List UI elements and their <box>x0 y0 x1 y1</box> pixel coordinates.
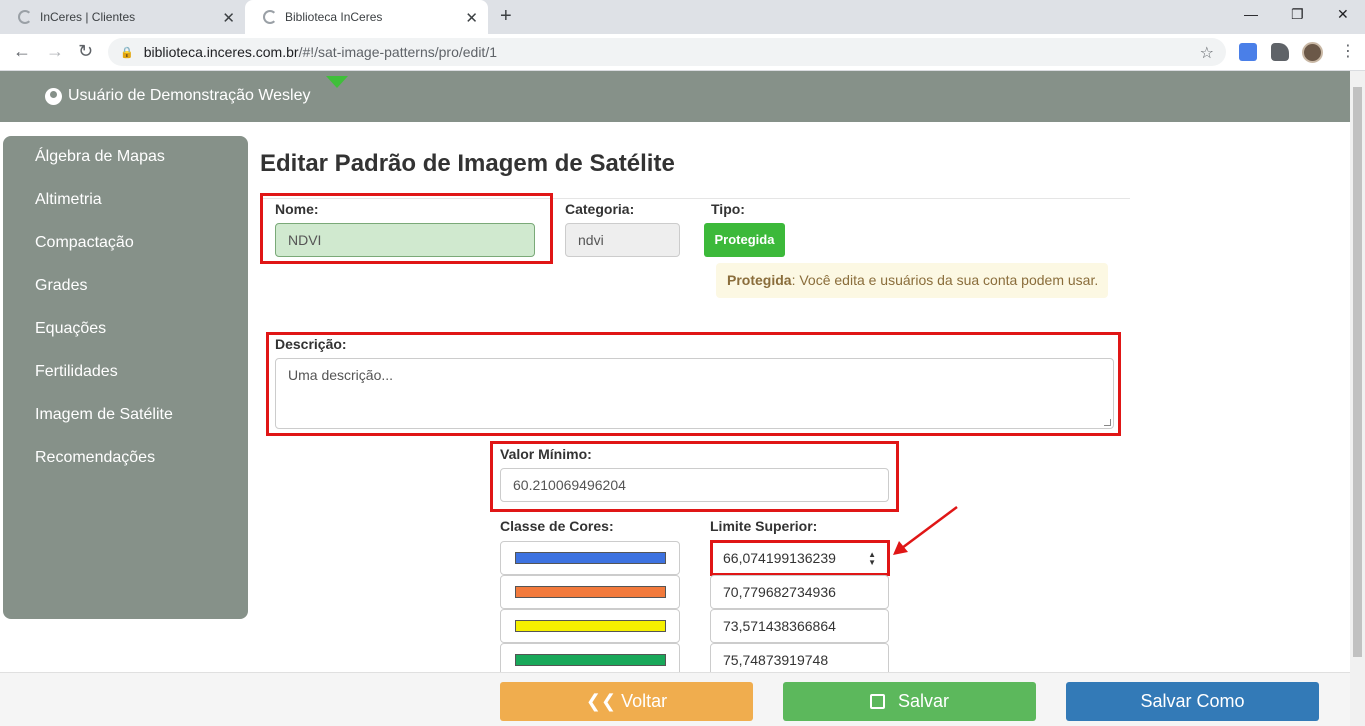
sidebar-item-compactacao[interactable]: Compactação <box>3 232 248 275</box>
browser-tab-active[interactable]: Biblioteca InCeres ✕ <box>245 0 488 34</box>
translate-icon[interactable] <box>1239 43 1257 61</box>
categoria-label: Categoria: <box>565 201 635 217</box>
color-swatch <box>515 620 666 632</box>
browser-tab[interactable]: InCeres | Clientes ✕ <box>0 0 245 34</box>
url-path: /#!/sat-image-patterns/pro/edit/1 <box>298 44 497 60</box>
back-icon[interactable]: ← <box>13 41 31 62</box>
page-scrollbar[interactable] <box>1350 71 1365 726</box>
reload-icon[interactable]: ↻ <box>78 41 93 62</box>
user-name: Usuário de Demonstração Wesley <box>68 87 311 104</box>
valor-minimo-input[interactable]: 60.210069496204 <box>500 468 889 502</box>
loading-icon <box>263 10 277 24</box>
classe-cores-label: Classe de Cores: <box>500 518 614 534</box>
sidebar-item-imagem-de-satelite[interactable]: Imagem de Satélite <box>3 404 248 447</box>
sidebar-item-recomendacoes[interactable]: Recomendações <box>3 447 248 490</box>
minimize-icon[interactable]: — <box>1244 6 1258 22</box>
limite-superior-label: Limite Superior: <box>710 518 818 534</box>
descricao-textarea[interactable]: Uma descrição... <box>275 358 1114 429</box>
descricao-placeholder: Uma descrição... <box>288 367 394 383</box>
tab-title: Biblioteca InCeres <box>285 10 383 24</box>
salvar-label: Salvar <box>897 691 950 711</box>
descricao-label: Descrição: <box>275 336 347 352</box>
chevrons-left-icon: ❮❮ <box>585 691 617 711</box>
sidebar-item-algebra-de-mapas[interactable]: Álgebra de Mapas <box>3 146 248 189</box>
limite-superior-input[interactable]: 70,779682734936 <box>710 575 889 609</box>
color-class-picker[interactable] <box>500 575 680 609</box>
salvar-como-button[interactable]: Salvar Como <box>1066 682 1319 721</box>
user-menu[interactable]: Usuário de Demonstração Wesley <box>45 87 310 105</box>
scrollbar-thumb[interactable] <box>1353 87 1362 657</box>
voltar-button[interactable]: ❮❮ Voltar <box>500 682 753 721</box>
color-class-picker[interactable] <box>500 541 680 575</box>
address-bar[interactable]: 🔒 biblioteca.inceres.com.br /#!/sat-imag… <box>108 38 1226 66</box>
color-swatch <box>515 552 666 564</box>
avatar[interactable] <box>1302 42 1323 63</box>
app-header: Usuário de Demonstração Wesley <box>0 71 1350 122</box>
alert-text: : Você edita e usuários da sua conta pod… <box>791 272 1099 288</box>
puzzle-icon[interactable] <box>1271 43 1289 61</box>
footer-bar: ❮❮ Voltar Salvar Salvar Como <box>0 672 1350 726</box>
valor-minimo-label: Valor Mínimo: <box>500 446 592 462</box>
close-window-icon[interactable]: ✕ <box>1337 6 1349 23</box>
sidebar-item-fertilidades[interactable]: Fertilidades <box>3 361 248 404</box>
url-host: biblioteca.inceres.com.br <box>143 44 299 60</box>
nome-label: Nome: <box>275 201 319 217</box>
color-swatch <box>515 586 666 598</box>
limite-superior-input[interactable]: 73,571438366864 <box>710 609 889 643</box>
wifi-icon <box>326 76 348 88</box>
close-icon[interactable]: ✕ <box>465 9 478 27</box>
browser-toolbar: ← → ↻ 🔒 biblioteca.inceres.com.br /#!/sa… <box>0 34 1365 71</box>
user-icon <box>45 87 62 105</box>
color-class-picker[interactable] <box>500 609 680 643</box>
close-icon[interactable]: ✕ <box>222 9 235 27</box>
sidebar-item-altimetria[interactable]: Altimetria <box>3 189 248 232</box>
highlight-box <box>710 540 890 576</box>
forward-icon[interactable]: → <box>46 41 64 62</box>
page-title: Editar Padrão de Imagem de Satélite <box>260 150 675 177</box>
star-icon[interactable]: ☆ <box>1200 43 1214 63</box>
sidebar-item-grades[interactable]: Grades <box>3 275 248 318</box>
lock-icon: 🔒 <box>120 46 134 59</box>
salvar-button[interactable]: Salvar <box>783 682 1036 721</box>
nome-input[interactable]: NDVI <box>275 223 535 257</box>
tab-title: InCeres | Clientes <box>40 10 136 24</box>
loading-icon <box>18 10 32 24</box>
tipo-protegida-button[interactable]: Protegida <box>704 223 785 257</box>
sidebar-item-equacoes[interactable]: Equações <box>3 318 248 361</box>
voltar-label: Voltar <box>621 691 668 711</box>
menu-icon[interactable]: ⋮ <box>1340 41 1356 61</box>
tipo-label: Tipo: <box>711 201 745 217</box>
browser-tab-bar: InCeres | Clientes ✕ Biblioteca InCeres … <box>0 0 1365 34</box>
restore-icon[interactable]: ❐ <box>1291 6 1304 23</box>
color-swatch <box>515 654 666 666</box>
resize-grip-icon[interactable] <box>1104 419 1111 426</box>
tipo-alert: Protegida: Você edita e usuários da sua … <box>716 263 1108 298</box>
categoria-input[interactable]: ndvi <box>565 223 680 257</box>
save-icon <box>869 694 885 709</box>
sidebar: Álgebra de Mapas Altimetria Compactação … <box>3 136 248 619</box>
alert-strong: Protegida <box>727 272 792 288</box>
new-tab-icon[interactable]: + <box>500 5 512 28</box>
